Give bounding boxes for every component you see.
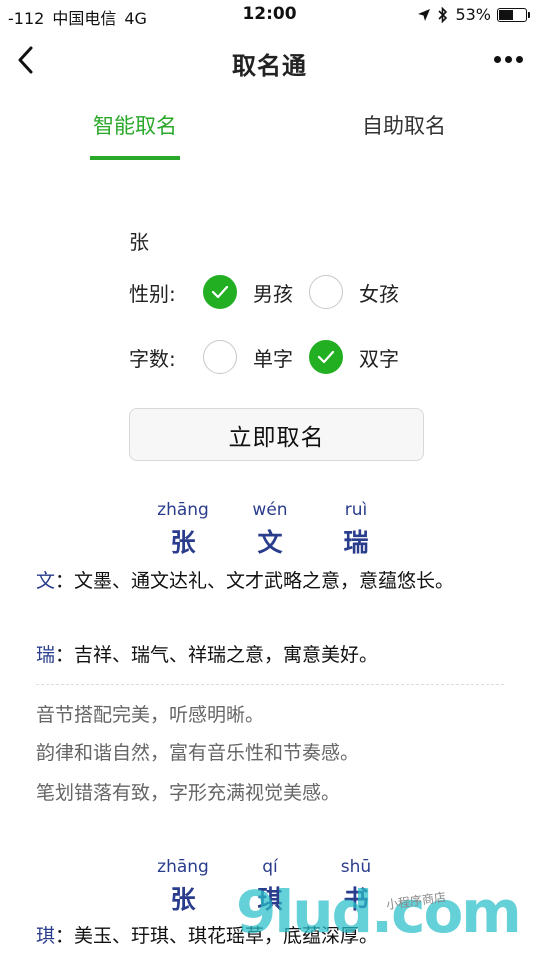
meaning-text: ：吉祥、瑞气、祥瑞之意，寓意美好。	[55, 644, 379, 666]
name-pinyin-row: zhāng 张 wén 文 ruì 瑞	[0, 498, 539, 558]
name-char-column: zhāng 张	[138, 498, 228, 560]
hanzi: 张	[170, 528, 196, 557]
meaning-char: 瑞	[36, 644, 56, 666]
char-count-row: 字数: 单字 双字	[129, 337, 415, 377]
tab-smart-naming[interactable]: 智能取名	[60, 110, 210, 140]
radio-girl[interactable]	[309, 275, 343, 309]
pinyin: qí	[262, 857, 278, 877]
name-char-column: ruì 瑞	[311, 498, 401, 560]
name-char-column: zhāng 张	[138, 855, 228, 917]
pinyin: ruì	[344, 500, 368, 520]
watermark-text: 9lud.com	[236, 878, 522, 946]
gender-row: 性别: 男孩 女孩	[129, 272, 415, 312]
pinyin: zhāng	[157, 500, 209, 520]
hanzi: 瑞	[343, 528, 369, 557]
watermark-logo: 9lud.com 小程序商店	[236, 878, 536, 958]
check-icon	[211, 285, 229, 299]
tab-self-naming[interactable]: 自助取名	[329, 110, 479, 140]
char-meaning: 瑞：吉祥、瑞气、祥瑞之意，寓意美好。	[36, 640, 506, 670]
name-comment: 音节搭配完美，听感明晰。	[36, 704, 265, 726]
battery-percent: 53%	[455, 5, 491, 24]
option-single-char-label[interactable]: 单字	[253, 343, 293, 372]
hanzi: 文	[257, 528, 283, 557]
option-double-char-label[interactable]: 双字	[359, 343, 399, 372]
pinyin: zhāng	[157, 857, 209, 877]
char-count-label: 字数:	[129, 346, 176, 371]
name-char-column: wén 文	[225, 498, 315, 560]
active-tab-indicator	[90, 156, 180, 160]
status-right: 53%	[417, 5, 530, 24]
hanzi: 张	[170, 885, 196, 914]
surname-value[interactable]: 张	[129, 226, 149, 255]
pinyin: shū	[340, 857, 372, 877]
pinyin: wén	[252, 500, 288, 520]
battery-fill	[499, 9, 513, 20]
bluetooth-icon	[438, 6, 448, 23]
battery-icon	[497, 7, 530, 22]
check-icon	[317, 350, 335, 364]
gender-label: 性别:	[129, 281, 176, 306]
tab-bar: 智能取名 自助取名	[0, 100, 539, 162]
radio-boy[interactable]	[203, 275, 237, 309]
generate-name-button[interactable]: 立即取名	[129, 408, 424, 461]
divider	[36, 684, 504, 685]
option-girl-label[interactable]: 女孩	[359, 278, 399, 307]
option-boy-label[interactable]: 男孩	[253, 278, 293, 307]
meaning-text: ：文墨、通文达礼、文才武略之意，意蕴悠长。	[55, 570, 455, 592]
name-comment: 韵律和谐自然，富有音乐性和节奏感。	[36, 742, 360, 764]
page-title: 取名通	[232, 52, 307, 80]
status-bar: -112 中国电信 4G 12:00 53%	[0, 0, 539, 30]
location-arrow-icon	[418, 8, 431, 21]
radio-single-char[interactable]	[203, 340, 237, 374]
meaning-char: 琪	[36, 925, 56, 947]
name-comment: 笔划错落有致，字形充满视觉美感。	[36, 782, 341, 804]
nav-bar: 取名通	[0, 30, 539, 90]
radio-double-char[interactable]	[309, 340, 343, 374]
more-dots-icon[interactable]	[494, 56, 523, 63]
meaning-char: 文	[36, 570, 56, 592]
char-meaning: 文：文墨、通文达礼、文才武略之意，意蕴悠长。	[36, 566, 506, 596]
